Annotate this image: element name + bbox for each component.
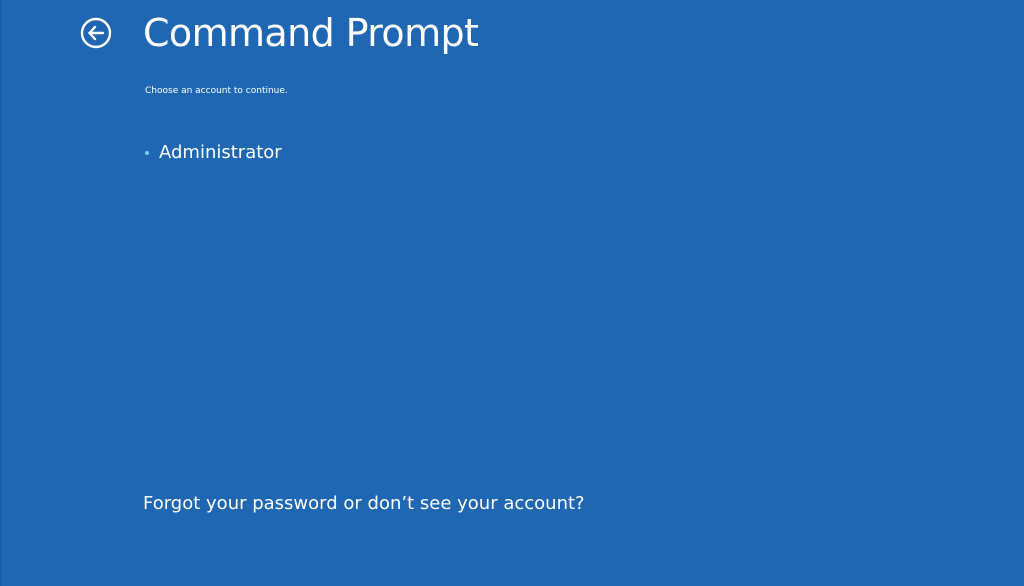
subtitle: Choose an account to continue.	[145, 86, 288, 96]
back-button[interactable]	[80, 17, 112, 49]
account-name: Administrator	[159, 142, 282, 163]
bullet-icon	[145, 151, 149, 155]
account-item-administrator[interactable]: Administrator	[143, 140, 282, 166]
back-arrow-circle-icon	[80, 17, 112, 49]
forgot-password-link[interactable]: Forgot your password or don’t see your a…	[143, 491, 585, 517]
left-edge-border	[0, 0, 2, 586]
page-title: Command Prompt	[143, 11, 479, 55]
account-list: Administrator	[143, 140, 282, 166]
